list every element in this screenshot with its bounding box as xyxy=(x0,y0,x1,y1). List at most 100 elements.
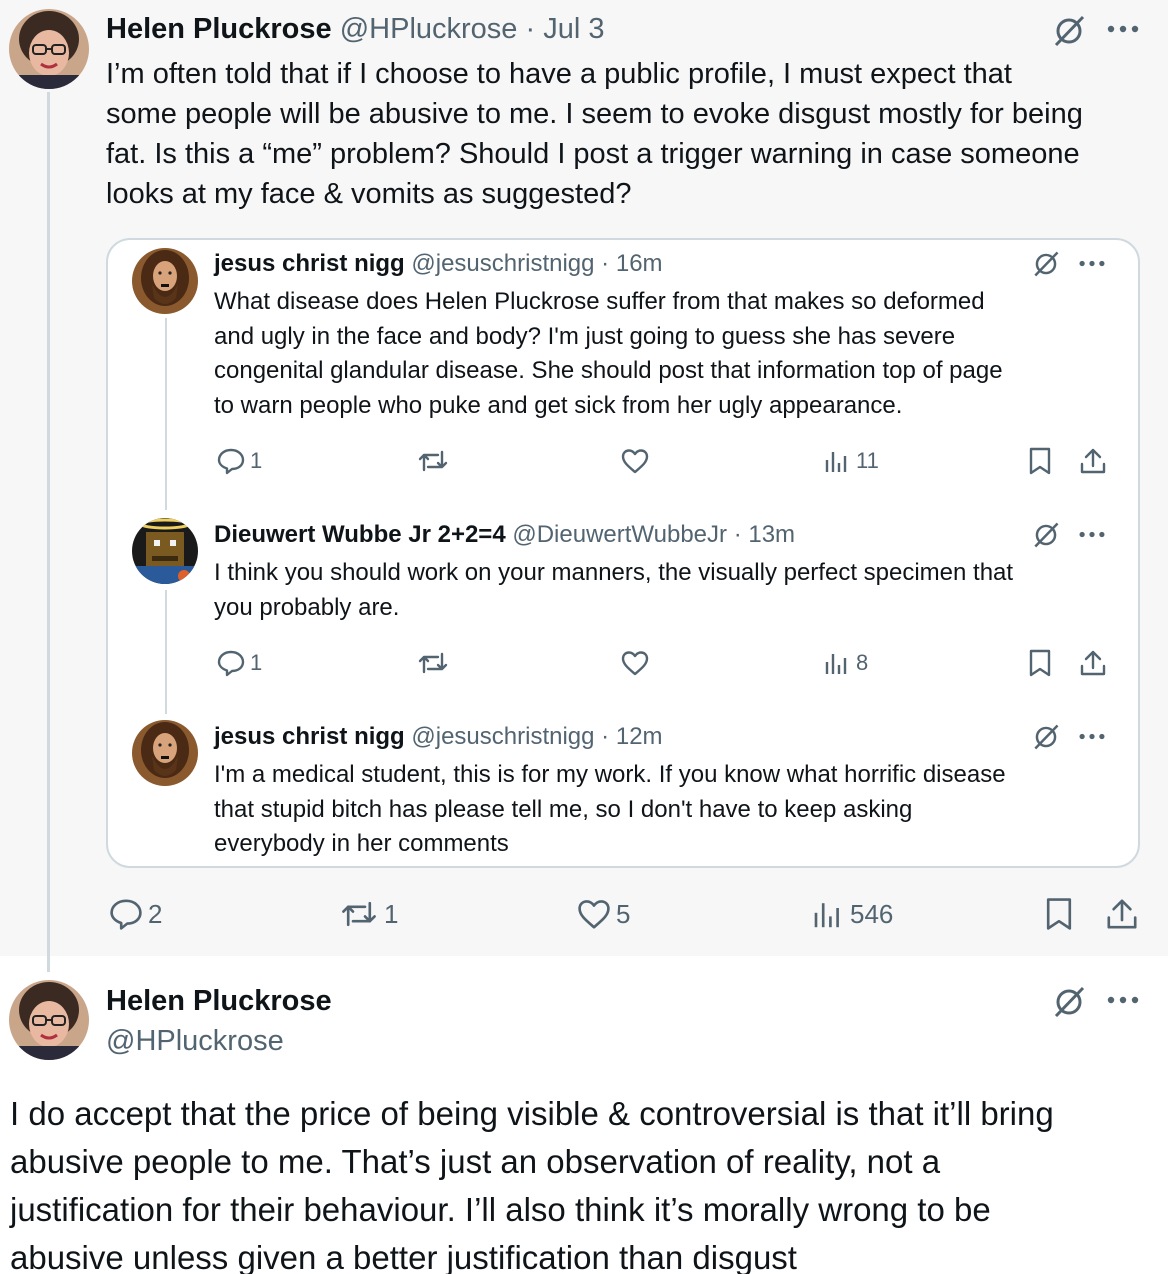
views-count: 11 xyxy=(856,448,879,473)
quoted-avatar[interactable] xyxy=(132,248,198,314)
repost-button[interactable] xyxy=(416,446,450,476)
reply-icon xyxy=(217,650,245,677)
more-icon[interactable] xyxy=(1078,259,1106,268)
post-text-line: I do accept that the price of being visi… xyxy=(10,1095,1054,1132)
quoted-text-line: What disease does Helen Pluckrose suffer… xyxy=(214,288,985,315)
views-button[interactable]: 8 xyxy=(822,648,868,678)
quoted-avatar[interactable] xyxy=(132,720,198,786)
more-icon[interactable] xyxy=(1106,995,1140,1005)
post-text-line: looks at my face & vomits as suggested? xyxy=(106,178,632,210)
post-text-line: fat. Is this a “me” problem? Should I po… xyxy=(106,138,1080,170)
post-header: Helen Pluckrose @HPluckrose · Jul 3 xyxy=(106,12,605,46)
post-text-line: abusive people to me. That’s just an obs… xyxy=(10,1143,941,1180)
author-name[interactable]: Helen Pluckrose xyxy=(106,13,332,45)
more-icon[interactable] xyxy=(1106,24,1140,34)
reply-count: 1 xyxy=(250,448,263,473)
post-text-line: some people will be abusive to me. I see… xyxy=(106,98,1083,130)
more-icon[interactable] xyxy=(1078,732,1106,741)
post-date[interactable]: Jul 3 xyxy=(543,13,604,45)
post-text: I’m often told that if I choose to have … xyxy=(106,54,1156,214)
bookmark-icon[interactable] xyxy=(1026,648,1054,678)
repost-icon xyxy=(418,450,448,472)
like-icon xyxy=(621,449,649,474)
author-avatar[interactable] xyxy=(9,9,89,89)
reply-count: 2 xyxy=(148,898,163,929)
header-separator: · xyxy=(733,521,742,548)
quoted-header: jesus christ nigg @jesuschristnigg · 16m xyxy=(214,249,663,279)
quoted-time[interactable]: 13m xyxy=(748,521,795,548)
views-button[interactable]: 11 xyxy=(822,446,879,476)
share-icon[interactable] xyxy=(1078,446,1108,476)
quoted-text-line: and ugly in the face and body? I'm just … xyxy=(214,322,956,350)
header-separator: · xyxy=(601,723,610,750)
like-button[interactable]: 5 xyxy=(576,896,630,932)
like-icon xyxy=(578,900,610,929)
post-text-line: I’m often told that if I choose to have … xyxy=(106,58,1012,90)
header-separator: · xyxy=(525,13,536,45)
reply-button[interactable]: 2 xyxy=(108,896,162,932)
quoted-text-line: I think you should work on your manners,… xyxy=(214,559,1014,586)
reply-count: 1 xyxy=(250,650,263,675)
followup-post-text: I do accept that the price of being visi… xyxy=(10,1090,1160,1274)
views-count: 8 xyxy=(856,650,869,675)
quoted-time[interactable]: 12m xyxy=(616,723,663,750)
grok-icon[interactable] xyxy=(1032,250,1060,278)
quoted-text-line: I'm a medical student, this is for my wo… xyxy=(214,761,1006,788)
author-handle[interactable]: @HPluckrose xyxy=(340,13,518,45)
quoted-header: Dieuwert Wubbe Jr 2+2=4 @DieuwertWubbeJr… xyxy=(214,520,795,550)
quoted-text-line: congenital glandular disease. She should… xyxy=(214,357,1003,384)
post-text-line: justification for their behaviour. I’ll … xyxy=(10,1191,991,1228)
quoted-author-name[interactable]: jesus christ nigg xyxy=(214,250,405,277)
quoted-time[interactable]: 16m xyxy=(616,250,663,277)
quoted-text-line: everybody in her comments xyxy=(214,830,509,857)
thread-connector-line xyxy=(47,92,50,972)
repost-icon xyxy=(342,901,376,927)
reply-icon xyxy=(110,899,142,930)
bookmark-icon[interactable] xyxy=(1042,896,1076,932)
quoted-author-name[interactable]: Dieuwert Wubbe Jr 2+2=4 xyxy=(214,521,506,548)
grok-icon[interactable] xyxy=(1052,14,1086,48)
bookmark-icon[interactable] xyxy=(1026,446,1054,476)
more-icon[interactable] xyxy=(1078,530,1106,539)
like-icon xyxy=(621,651,649,676)
grok-icon[interactable] xyxy=(1032,521,1060,549)
quoted-author-handle[interactable]: @jesuschristnigg xyxy=(411,250,594,277)
like-button[interactable] xyxy=(620,446,650,476)
repost-icon xyxy=(418,652,448,674)
quoted-author-handle[interactable]: @DieuwertWubbeJr xyxy=(512,521,727,548)
quoted-text: I think you should work on your manners,… xyxy=(214,556,1114,625)
views-button[interactable]: 546 xyxy=(810,896,893,932)
reply-button[interactable]: 1 xyxy=(216,446,262,476)
quoted-author-handle[interactable]: @jesuschristnigg xyxy=(411,723,594,750)
quote-thread-line xyxy=(165,590,167,714)
author-avatar[interactable] xyxy=(9,980,89,1060)
author-handle[interactable]: @HPluckrose xyxy=(106,1024,284,1058)
views-icon xyxy=(814,903,839,928)
views-icon xyxy=(825,654,847,674)
quoted-text: I'm a medical student, this is for my wo… xyxy=(214,758,1114,862)
repost-button[interactable] xyxy=(416,648,450,678)
header-separator: · xyxy=(601,250,610,277)
repost-count: 1 xyxy=(384,898,399,929)
share-icon[interactable] xyxy=(1078,648,1108,678)
like-count: 5 xyxy=(616,898,631,929)
author-name[interactable]: Helen Pluckrose xyxy=(106,984,332,1018)
repost-button[interactable]: 1 xyxy=(338,896,398,932)
quote-thread-line xyxy=(165,318,167,510)
post-text-line: abusive unless given a better justificat… xyxy=(10,1239,797,1274)
quoted-avatar[interactable] xyxy=(132,518,198,584)
reply-icon xyxy=(217,448,245,475)
like-button[interactable] xyxy=(620,648,650,678)
quoted-text-line: you probably are. xyxy=(214,593,400,621)
grok-icon[interactable] xyxy=(1032,723,1060,751)
reply-button[interactable]: 1 xyxy=(216,648,262,678)
quoted-text-line: that stupid bitch has please tell me, so… xyxy=(214,795,913,823)
views-count: 546 xyxy=(850,898,894,929)
views-icon xyxy=(825,452,847,472)
quoted-header: jesus christ nigg @jesuschristnigg · 12m xyxy=(214,722,663,752)
quoted-text-line: to warn people who puke and get sick fro… xyxy=(214,391,903,419)
quoted-text: What disease does Helen Pluckrose suffer… xyxy=(214,285,1114,423)
share-icon[interactable] xyxy=(1104,896,1140,932)
quoted-author-name[interactable]: jesus christ nigg xyxy=(214,723,405,750)
grok-icon[interactable] xyxy=(1052,985,1086,1019)
